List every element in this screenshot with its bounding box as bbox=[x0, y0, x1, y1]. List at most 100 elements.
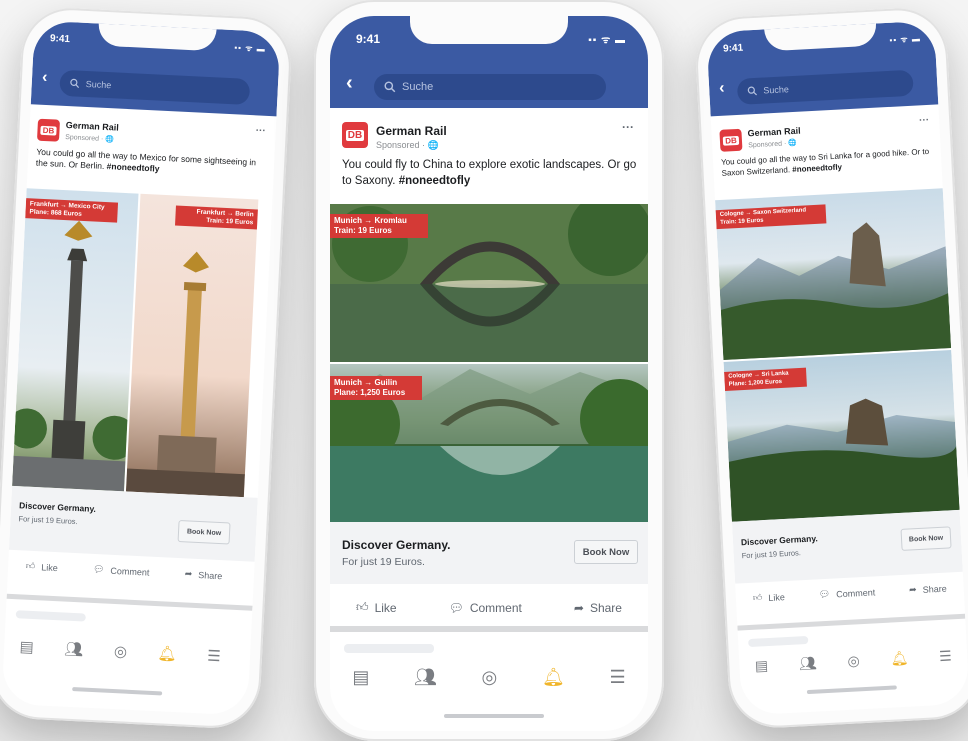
home-indicator bbox=[444, 714, 544, 718]
more-options-icon[interactable]: ··· bbox=[255, 125, 266, 136]
post-text: You could fly to China to explore exotic… bbox=[342, 159, 637, 187]
friends-tab-icon[interactable]: 👥︎ bbox=[64, 640, 84, 659]
like-button[interactable]: 👍︎ Like bbox=[26, 561, 58, 574]
back-arrow-icon[interactable]: ‹ bbox=[719, 80, 725, 98]
cta-bar: Discover Germany. For just 19 Euros. Boo… bbox=[8, 485, 258, 562]
ad-image-berlin[interactable] bbox=[125, 193, 259, 498]
share-icon: ➦ bbox=[908, 584, 917, 595]
back-arrow-icon[interactable]: ‹ bbox=[42, 69, 48, 87]
notifications-bell-icon[interactable]: 🔔︎ bbox=[157, 644, 177, 663]
comment-icon: 💬︎ bbox=[448, 600, 464, 615]
sponsored-label: Sponsored · 🌐 bbox=[376, 140, 439, 150]
facebook-header: 9:41 ▪▪ ᯤ ▬ ‹ Suche bbox=[706, 20, 939, 117]
comment-icon: 💬︎ bbox=[92, 563, 105, 575]
globe-icon: 🌐 bbox=[427, 140, 439, 150]
book-now-button[interactable]: Book Now bbox=[574, 540, 638, 564]
like-button[interactable]: 👍︎ Like bbox=[753, 591, 785, 604]
menu-tab-icon[interactable]: ☰ bbox=[609, 667, 625, 688]
phone-notch bbox=[764, 23, 878, 52]
db-logo[interactable]: DB bbox=[36, 118, 61, 142]
db-logo[interactable]: DB bbox=[719, 128, 743, 152]
friends-tab-icon[interactable]: 👥︎ bbox=[414, 667, 437, 688]
phone-center: 9:41 ▪▪ ᯤ ▬ ‹ Suche DB German Rail Spons… bbox=[314, 0, 664, 741]
page-name[interactable]: German Rail bbox=[66, 120, 119, 133]
post-actions: 👍︎ Like 💬︎ Comment ➦ Share bbox=[330, 600, 648, 615]
news-feed-tab-icon[interactable]: ▤ bbox=[19, 637, 34, 656]
hashtag: #noneedtofly bbox=[106, 161, 160, 175]
cta-bar: Discover Germany. For just 19 Euros. Boo… bbox=[330, 522, 648, 584]
monument-illustration bbox=[12, 220, 137, 492]
route-label-2: Frankfurt → Berlin Train: 19 Euros bbox=[174, 205, 258, 230]
status-icons: ▪▪ ᯤ ▬ bbox=[588, 35, 626, 46]
thumbs-up-icon: 👍︎ bbox=[25, 560, 36, 572]
thumbs-up-icon: 👍︎ bbox=[752, 592, 763, 603]
menu-tab-icon[interactable]: ☰ bbox=[939, 647, 952, 665]
share-icon: ➦ bbox=[184, 568, 193, 579]
menu-tab-icon[interactable]: ☰ bbox=[207, 647, 221, 666]
bottom-tab-bar: ▤ 👥︎ ◎ 🔔︎ ☰ bbox=[330, 660, 648, 694]
book-now-button[interactable]: Book Now bbox=[900, 526, 952, 551]
post-header: DB German Rail Sponsored · 🌐 ··· You cou… bbox=[330, 108, 648, 204]
search-input[interactable]: Suche bbox=[374, 74, 606, 100]
next-post-placeholder bbox=[748, 635, 809, 648]
status-icons: ▪▪ ᯤ ▬ bbox=[234, 43, 266, 54]
share-button[interactable]: ➦ Share bbox=[574, 600, 622, 615]
divider bbox=[6, 593, 253, 611]
profile-tab-icon[interactable]: ◎ bbox=[847, 652, 860, 670]
book-now-button[interactable]: Book Now bbox=[177, 520, 231, 545]
status-time: 9:41 bbox=[722, 42, 744, 55]
page-name[interactable]: German Rail bbox=[747, 126, 800, 139]
post-actions: 👍︎ Like 💬︎ Comment ➦ Share bbox=[8, 560, 240, 582]
facebook-header: 9:41 ▪▪ ᯤ ▬ ‹ Suche bbox=[330, 16, 648, 108]
phone-screen: 9:41 ▪▪ ᯤ ▬ ‹ Suche DB German Rail Spons… bbox=[330, 16, 648, 731]
bottom-tab-bar: ▤ 👥︎ ◎ 🔔︎ ☰ bbox=[3, 626, 237, 677]
search-icon bbox=[747, 86, 757, 96]
route-label-1: Munich → Kromlau Train: 19 Euros bbox=[330, 214, 428, 238]
phone-left: 9:41 ▪▪ ᯤ ▬ ‹ Suche DB German Rail Spons… bbox=[0, 5, 294, 731]
news-feed-tab-icon[interactable]: ▤ bbox=[754, 657, 768, 675]
phone-right: 9:41 ▪▪ ᯤ ▬ ‹ Suche DB German Rail Spons… bbox=[693, 5, 968, 731]
search-input[interactable]: Suche bbox=[59, 69, 251, 105]
globe-icon: 🌐 bbox=[788, 139, 798, 148]
notifications-bell-icon[interactable]: 🔔︎ bbox=[890, 649, 909, 667]
facebook-header: 9:41 ▪▪ ᯤ ▬ ‹ Suche bbox=[30, 20, 281, 117]
news-feed-tab-icon[interactable]: ▤ bbox=[352, 667, 369, 688]
ad-image-mexico-city[interactable] bbox=[12, 188, 139, 492]
profile-tab-icon[interactable]: ◎ bbox=[482, 667, 498, 688]
phone-notch bbox=[97, 23, 217, 52]
page-name[interactable]: German Rail bbox=[376, 124, 447, 138]
search-icon bbox=[384, 81, 396, 93]
comment-icon: 💬︎ bbox=[818, 588, 831, 600]
db-logo[interactable]: DB bbox=[342, 122, 368, 148]
comment-button[interactable]: 💬︎ Comment bbox=[449, 600, 522, 615]
comment-button[interactable]: 💬︎ Comment bbox=[93, 564, 150, 578]
status-icons: ▪▪ ᯤ ▬ bbox=[889, 34, 922, 45]
more-options-icon[interactable]: ··· bbox=[622, 120, 634, 134]
back-arrow-icon[interactable]: ‹ bbox=[346, 72, 353, 95]
notifications-bell-icon[interactable]: 🔔︎ bbox=[542, 667, 565, 688]
divider bbox=[330, 626, 648, 632]
next-post-placeholder bbox=[344, 644, 434, 653]
divider bbox=[737, 613, 966, 631]
search-icon bbox=[70, 78, 80, 89]
route-label-2: Munich → Guilin Plane: 1,250 Euros bbox=[330, 376, 422, 400]
phone-screen: 9:41 ▪▪ ᯤ ▬ ‹ Suche DB German Rail Spons… bbox=[706, 20, 968, 716]
search-input[interactable]: Suche bbox=[736, 69, 914, 105]
phone-screen: 9:41 ▪▪ ᯤ ▬ ‹ Suche DB German Rail Spons… bbox=[1, 20, 281, 716]
share-button[interactable]: ➦ Share bbox=[909, 583, 947, 596]
like-button[interactable]: 👍︎ Like bbox=[356, 600, 397, 615]
cta-subtitle: For just 19 Euros. bbox=[342, 556, 425, 568]
more-options-icon[interactable]: ··· bbox=[919, 115, 930, 127]
hashtag: #noneedtofly bbox=[792, 162, 843, 174]
profile-tab-icon[interactable]: ◎ bbox=[113, 642, 127, 661]
comment-button[interactable]: 💬︎ Comment bbox=[818, 586, 875, 600]
phone-notch bbox=[410, 16, 568, 44]
cta-subtitle: For just 19 Euros. bbox=[18, 514, 78, 527]
cta-subtitle: For just 19 Euros. bbox=[741, 548, 802, 561]
friends-tab-icon[interactable]: 👥︎ bbox=[799, 654, 818, 672]
search-placeholder: Suche bbox=[763, 84, 790, 96]
cta-title: Discover Germany. bbox=[740, 533, 819, 548]
share-button[interactable]: ➦ Share bbox=[184, 568, 223, 581]
bottom-tab-bar: ▤ 👥︎ ◎ 🔔︎ ☰ bbox=[739, 640, 968, 682]
search-placeholder: Suche bbox=[402, 81, 434, 93]
